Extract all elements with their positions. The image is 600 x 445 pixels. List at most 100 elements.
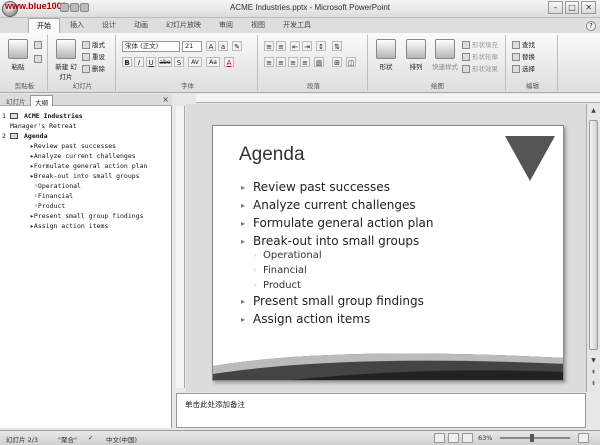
select-button[interactable]: 选择	[512, 63, 535, 73]
underline-button[interactable]: U	[146, 57, 156, 67]
replace-button[interactable]: 替换	[512, 51, 535, 61]
outline-slide-icon[interactable]	[10, 133, 18, 139]
strikethrough-button[interactable]: abe	[158, 57, 172, 67]
tab-review[interactable]: 审阅	[211, 18, 241, 33]
tab-outline[interactable]: 大纲	[30, 95, 53, 107]
scroll-up-icon[interactable]: ▲	[589, 106, 598, 115]
outline-slide-icon[interactable]	[10, 113, 18, 119]
columns-icon[interactable]: ▥	[314, 57, 324, 67]
align-right-icon[interactable]: ≡	[288, 57, 298, 67]
tab-view[interactable]: 视图	[243, 18, 273, 33]
zoom-level[interactable]: 63%	[478, 434, 492, 442]
outline-line[interactable]: Agenda	[24, 132, 47, 140]
numbering-icon[interactable]: ≡	[276, 41, 286, 51]
shape-outline-button[interactable]: 形状轮廓	[462, 51, 498, 61]
slideshow-view-icon[interactable]	[462, 433, 473, 443]
scroll-thumb[interactable]	[589, 120, 598, 350]
slide-bullet[interactable]: Analyze current challenges	[241, 198, 416, 212]
slide-bullet[interactable]: Formulate general action plan	[241, 216, 433, 230]
tab-design[interactable]: 设计	[94, 18, 124, 33]
minimize-button[interactable]: –	[548, 1, 563, 14]
change-case-button[interactable]: Aa	[206, 57, 220, 67]
maximize-button[interactable]: □	[564, 1, 580, 14]
paste-button[interactable]: 粘贴	[4, 37, 32, 73]
clear-format-icon[interactable]: ✎	[232, 41, 242, 51]
slide-bullet[interactable]: Present small group findings	[241, 294, 424, 308]
italic-button[interactable]: I	[134, 57, 144, 67]
slide-canvas[interactable]: Agenda Review past successes Analyze cur…	[212, 125, 564, 381]
slide-subbullet[interactable]: Product	[253, 280, 301, 291]
bold-button[interactable]: B	[122, 57, 132, 67]
reset-button[interactable]: 重设	[82, 51, 105, 61]
delete-slide-button[interactable]: 删除	[82, 63, 105, 73]
outline-line[interactable]: ◦Financial	[34, 192, 73, 200]
font-color-button[interactable]: A	[224, 57, 234, 67]
bullets-icon[interactable]: ≡	[264, 41, 274, 51]
align-left-icon[interactable]: ≡	[264, 57, 274, 67]
slide-subbullet[interactable]: Operational	[253, 250, 322, 261]
redo-icon[interactable]	[80, 3, 89, 12]
save-icon[interactable]	[60, 3, 69, 12]
quick-styles-button[interactable]: 快速样式	[430, 37, 460, 73]
outline-line[interactable]: ▸Assign action items	[30, 222, 108, 230]
align-center-icon[interactable]: ≡	[276, 57, 286, 67]
shadow-button[interactable]: S	[174, 57, 184, 67]
align-text-icon[interactable]: ⊞	[332, 57, 342, 67]
arrange-button[interactable]: 排列	[402, 37, 430, 73]
shrink-font-icon[interactable]: a	[218, 41, 228, 51]
new-slide-button[interactable]: 新建 幻灯片	[52, 37, 80, 81]
outline-line[interactable]: Manager's Retreat	[10, 122, 77, 130]
decrease-indent-icon[interactable]: ⇤	[290, 41, 300, 51]
tab-slides[interactable]: 幻灯片	[2, 95, 30, 106]
scroll-down-icon[interactable]: ▼	[589, 356, 598, 365]
next-slide-icon[interactable]: ⇟	[589, 379, 598, 388]
font-name-select[interactable]: 宋体 (正文)	[122, 41, 180, 52]
tab-insert[interactable]: 插入	[62, 18, 92, 33]
shapes-button[interactable]: 形状	[372, 37, 400, 73]
slide-bullet[interactable]: Break-out into small groups	[241, 234, 419, 248]
text-direction-icon[interactable]: ⇅	[332, 41, 342, 51]
triangle-shape[interactable]	[505, 136, 555, 181]
close-pane-icon[interactable]: ×	[162, 95, 169, 104]
grow-font-icon[interactable]: A	[206, 41, 216, 51]
smartart-icon[interactable]: ◫	[346, 57, 356, 67]
char-spacing-button[interactable]: AV	[188, 57, 202, 67]
prev-slide-icon[interactable]: ⇞	[589, 368, 598, 377]
layout-button[interactable]: 版式	[82, 39, 105, 49]
outline-line[interactable]: ▸Present small group findings	[30, 212, 144, 220]
tab-animations[interactable]: 动画	[126, 18, 156, 33]
outline-line[interactable]: ▸Review past successes	[30, 142, 116, 150]
slide-sorter-icon[interactable]	[448, 433, 459, 443]
font-size-select[interactable]: 21	[182, 41, 202, 52]
spellcheck-icon[interactable]: ✓	[88, 434, 93, 442]
increase-indent-icon[interactable]: ⇥	[302, 41, 312, 51]
notes-pane[interactable]: 单击此处添加备注	[176, 393, 586, 428]
notes-placeholder[interactable]: 单击此处添加备注	[185, 399, 245, 410]
cut-icon[interactable]	[34, 41, 44, 51]
outline-line[interactable]: ◦Product	[34, 202, 65, 210]
outline-line[interactable]: ACME Industries	[24, 112, 83, 120]
close-button[interactable]: ✕	[581, 1, 597, 14]
slide-title[interactable]: Agenda	[239, 144, 305, 166]
zoom-thumb[interactable]	[530, 434, 534, 442]
slide-bullet[interactable]: Assign action items	[241, 312, 370, 326]
slide-bullet[interactable]: Review past successes	[241, 180, 390, 194]
tab-home[interactable]: 开始	[28, 18, 60, 33]
vertical-scrollbar[interactable]: ▲ ▼ ⇞ ⇟	[586, 104, 600, 392]
shape-fill-button[interactable]: 形状填充	[462, 39, 498, 49]
fit-window-icon[interactable]	[578, 433, 589, 443]
outline-line[interactable]: ▸Break-out into small groups	[30, 172, 140, 180]
tab-slideshow[interactable]: 幻灯片放映	[158, 18, 209, 33]
find-button[interactable]: 查找	[512, 39, 535, 49]
line-spacing-icon[interactable]: ↕	[316, 41, 326, 51]
copy-icon[interactable]	[34, 55, 44, 65]
outline-line[interactable]: ▸Analyze current challenges	[30, 152, 136, 160]
outline-line[interactable]: ◦Operational	[34, 182, 81, 190]
zoom-slider[interactable]	[500, 434, 570, 442]
slide-subbullet[interactable]: Financial	[253, 265, 307, 276]
justify-icon[interactable]: ≡	[300, 57, 310, 67]
help-icon[interactable]: ?	[586, 21, 596, 31]
outline-line[interactable]: ▸Formulate general action plan	[30, 162, 147, 170]
shape-effects-button[interactable]: 形状效果	[462, 63, 498, 73]
normal-view-icon[interactable]	[434, 433, 445, 443]
